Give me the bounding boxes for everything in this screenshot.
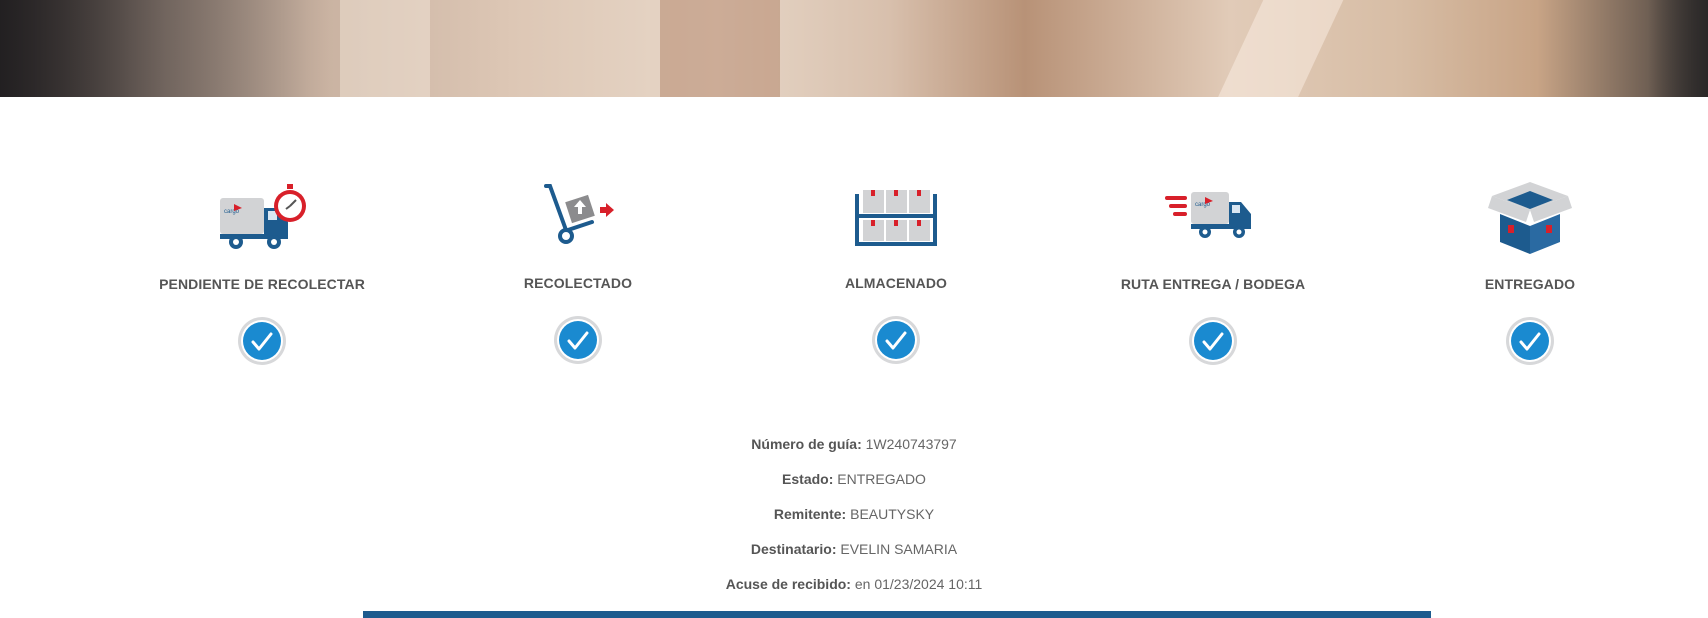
hand-truck-icon xyxy=(544,184,614,244)
status-row: Estado: ENTREGADO xyxy=(0,462,1708,497)
tracking-steps: cargo PENDIENTE DE RECOLECTAR RECOLECTAD… xyxy=(0,170,1708,370)
status-label: Estado: xyxy=(782,471,834,487)
receipt-value: en 01/23/2024 10:11 xyxy=(854,576,983,592)
hero-banner xyxy=(0,0,1708,97)
step-label: PENDIENTE DE RECOLECTAR xyxy=(159,276,365,292)
receipt-row: Acuse de recibido: en 01/23/2024 10:11 xyxy=(0,567,1708,602)
step-entregado: ENTREGADO xyxy=(1400,170,1660,370)
shipment-details: Número de guía: 1W240743797 Estado: ENTR… xyxy=(0,427,1708,602)
check-icon xyxy=(1506,317,1554,365)
step-label: ALMACENADO xyxy=(844,275,948,291)
svg-text:cargo: cargo xyxy=(1195,202,1211,208)
recipient-row: Destinatario: EVELIN SAMARIA xyxy=(0,532,1708,567)
step-recolectado: RECOLECTADO xyxy=(448,170,708,370)
recipient-label: Destinatario: xyxy=(750,541,837,557)
step-label: RECOLECTADO xyxy=(523,275,633,291)
check-icon xyxy=(1189,317,1237,365)
step-pendiente-recolectar: cargo PENDIENTE DE RECOLECTAR xyxy=(132,170,392,370)
recipient-value: EVELIN SAMARIA xyxy=(840,541,958,557)
bottom-divider xyxy=(363,611,1431,618)
receipt-label: Acuse de recibido: xyxy=(725,576,851,592)
svg-text:cargo: cargo xyxy=(224,209,240,215)
warehouse-shelf-icon xyxy=(855,190,937,246)
fast-truck-icon: cargo xyxy=(1165,192,1251,238)
step-almacenado: ALMACENADO xyxy=(766,170,1026,370)
guide-label: Número de guía: xyxy=(751,436,862,452)
sender-row: Remitente: BEAUTYSKY xyxy=(0,497,1708,532)
check-icon xyxy=(238,317,286,365)
step-label: RUTA ENTREGA / BODEGA xyxy=(1120,276,1306,292)
check-icon xyxy=(554,316,602,364)
check-icon xyxy=(872,316,920,364)
guide-row: Número de guía: 1W240743797 xyxy=(0,427,1708,462)
truck-stopwatch-icon: cargo xyxy=(220,184,306,249)
status-value: ENTREGADO xyxy=(837,471,926,487)
step-label: ENTREGADO xyxy=(1484,276,1576,292)
sender-value: BEAUTYSKY xyxy=(850,506,935,522)
box-delivered-icon xyxy=(1488,182,1572,254)
guide-value: 1W240743797 xyxy=(865,436,957,452)
sender-label: Remitente: xyxy=(773,506,847,522)
step-ruta-entrega: cargo RUTA ENTREGA / BODEGA xyxy=(1083,170,1343,370)
